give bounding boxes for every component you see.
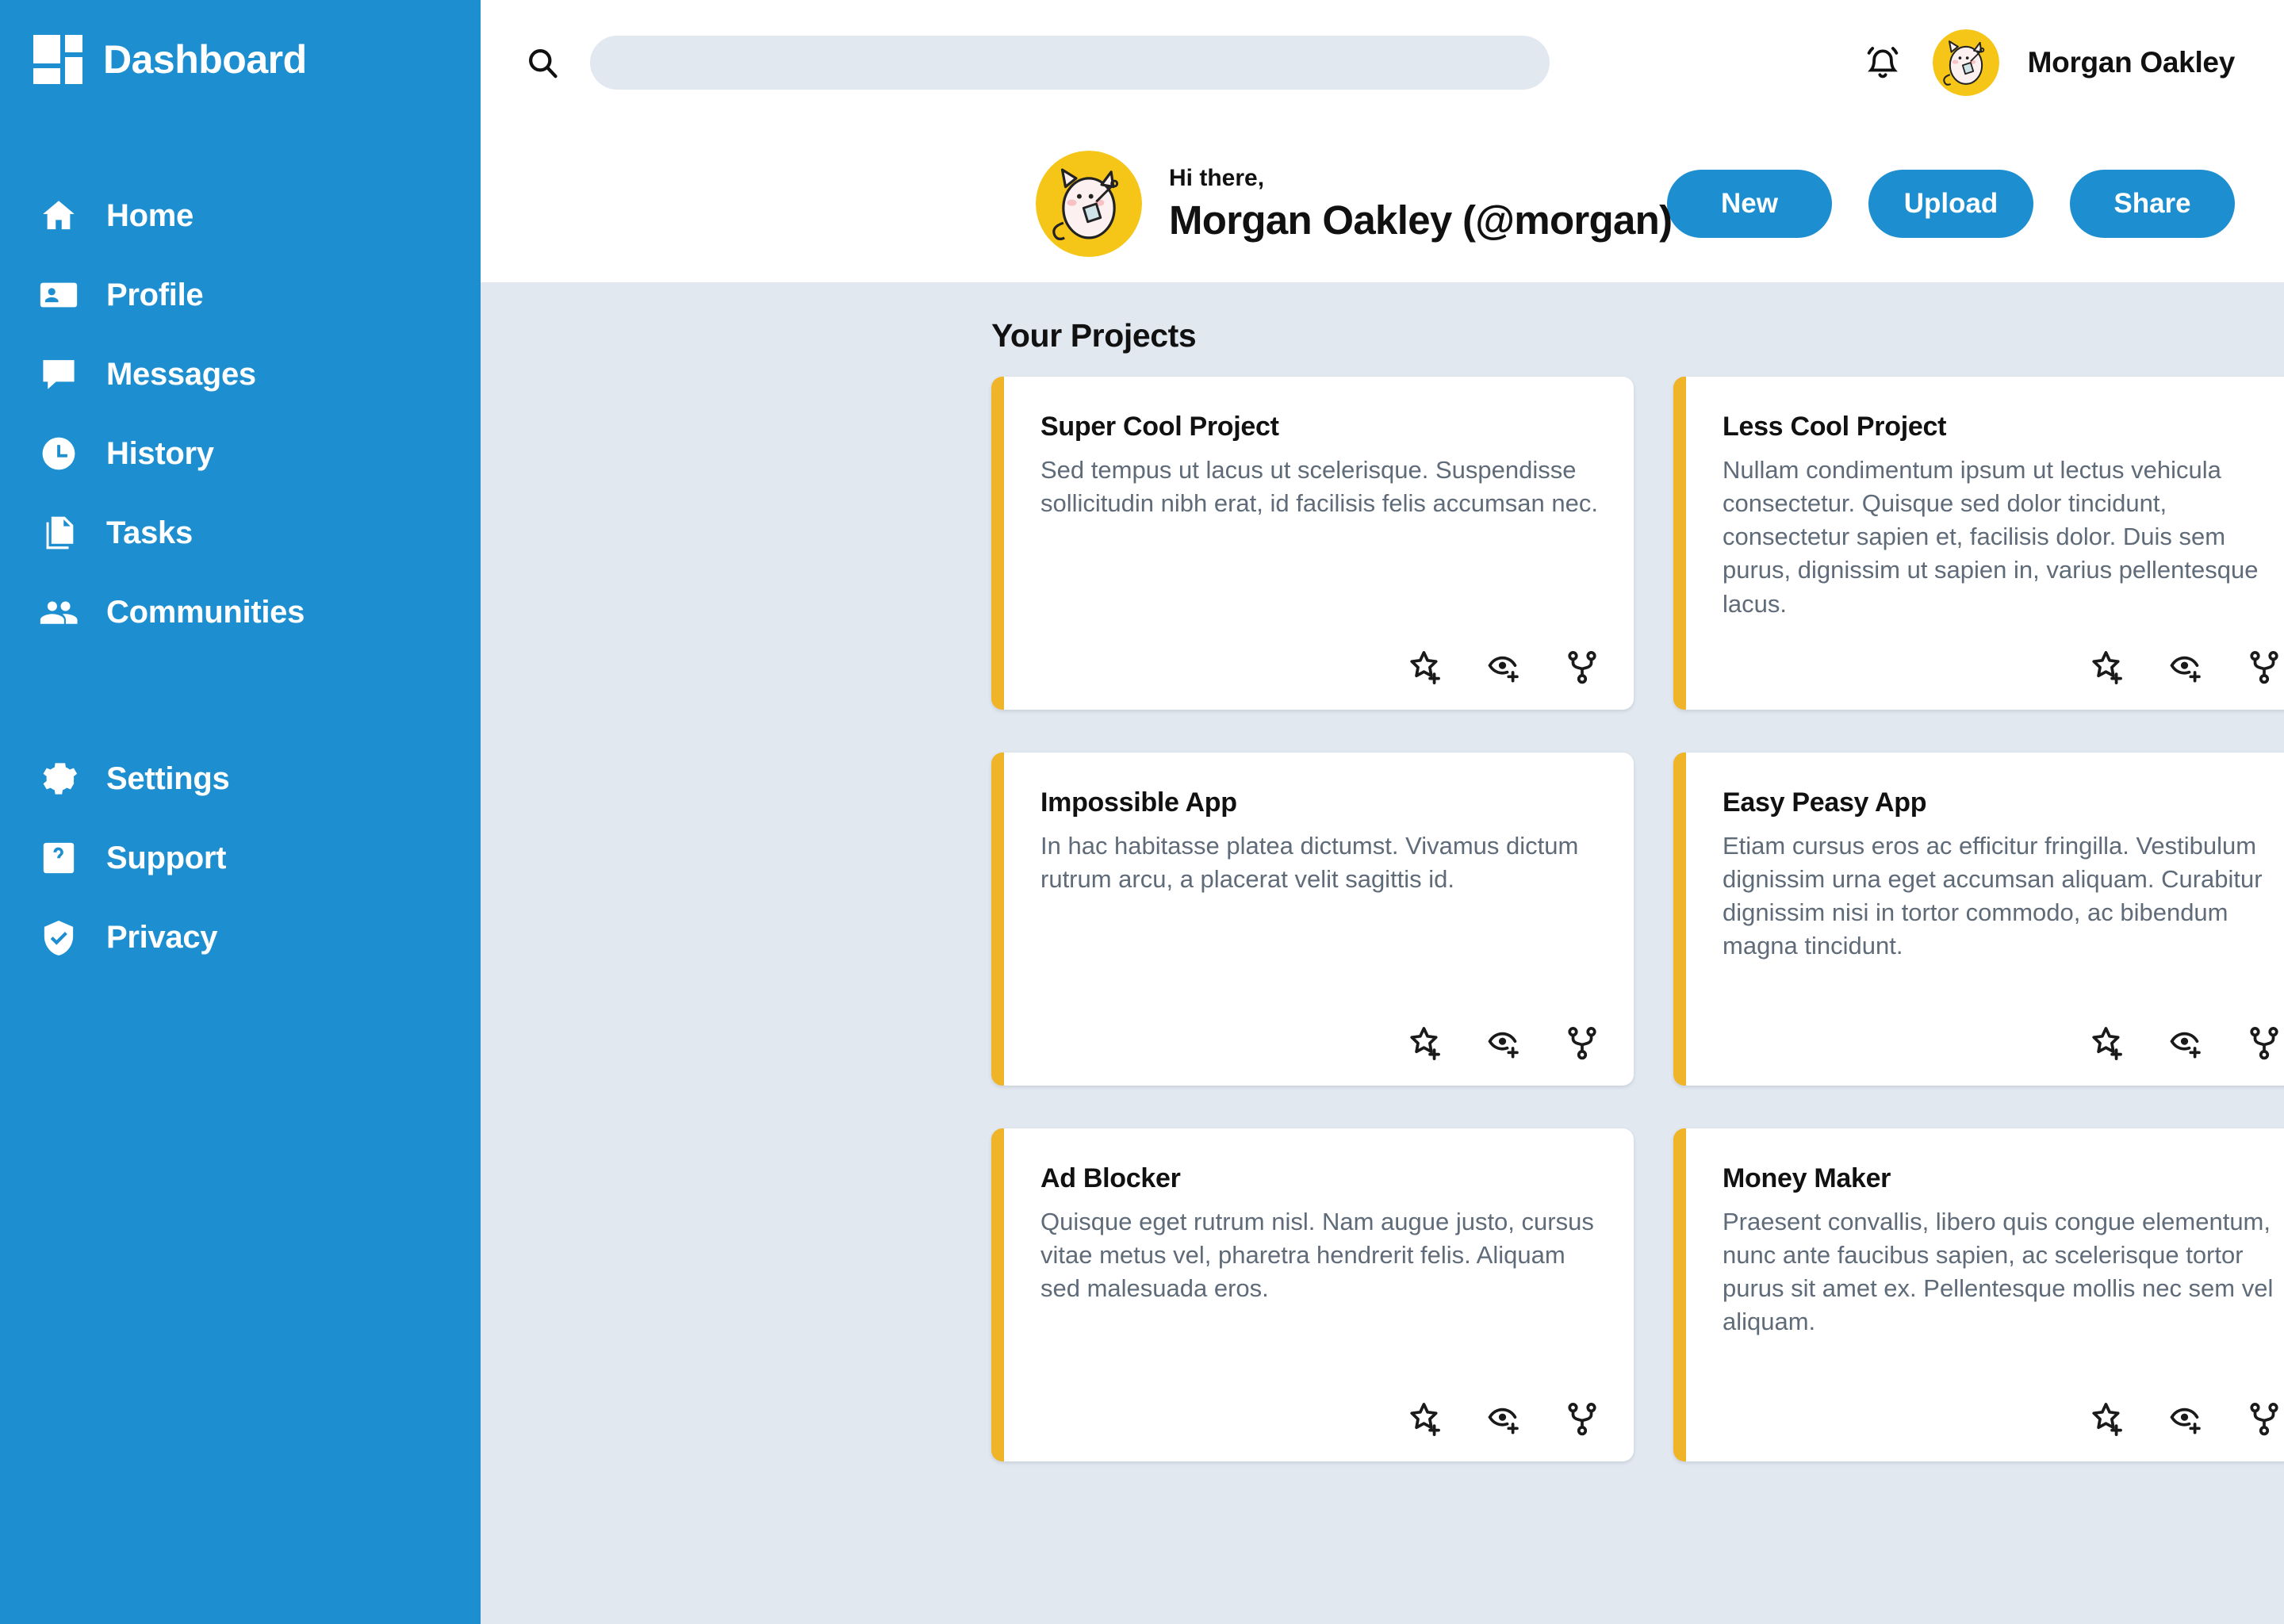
search-area [525, 36, 1550, 90]
project-title: Money Maker [1723, 1163, 1891, 1193]
eye-plus-icon[interactable] [2168, 1025, 2205, 1062]
sidebar-item-settings[interactable]: Settings [0, 739, 481, 818]
fork-icon[interactable] [1564, 1401, 1600, 1438]
project-card-actions [1723, 1005, 2282, 1062]
page-title: Morgan Oakley (@morgan) [1169, 197, 1673, 243]
project-card[interactable]: Impossible App In hac habitasse platea d… [991, 753, 1634, 1086]
header-actions: New Upload Share [1667, 170, 2235, 238]
projects-grid: Super Cool Project Sed tempus ut lacus u… [991, 377, 2284, 1461]
eye-plus-icon[interactable] [1486, 1401, 1523, 1438]
project-card-actions [1723, 629, 2282, 686]
brand: Dashboard [0, 27, 481, 84]
project-description: Praesent convallis, libero quis congue e… [1723, 1208, 2274, 1336]
eye-plus-icon[interactable] [1486, 649, 1523, 686]
home-icon [38, 195, 79, 236]
bell-icon[interactable] [1861, 41, 1904, 84]
question-square-icon [38, 837, 79, 879]
id-card-icon [38, 274, 79, 316]
project-description: Etiam cursus eros ac efficitur fringilla… [1723, 832, 2263, 960]
chat-bubble-icon [38, 354, 79, 395]
project-card[interactable]: Money Maker Praesent convallis, libero q… [1673, 1128, 2284, 1461]
sidebar-item-label: Home [106, 197, 194, 233]
star-plus-icon[interactable] [2090, 649, 2127, 686]
project-title: Easy Peasy App [1723, 787, 1927, 818]
sidebar-item-label: Messages [106, 356, 256, 392]
fork-icon[interactable] [2246, 649, 2282, 686]
search-icon[interactable] [525, 45, 560, 80]
greeting-identity: Hi there, Morgan Oakley (@morgan) [1036, 151, 1673, 257]
nav-group-secondary: Settings Support Privacy [0, 739, 481, 977]
fork-icon[interactable] [1564, 649, 1600, 686]
grid-logo-icon [33, 35, 82, 84]
star-plus-icon[interactable] [1408, 1401, 1445, 1438]
sidebar-item-tasks[interactable]: Tasks [0, 493, 481, 573]
sidebar-item-label: Tasks [106, 515, 193, 550]
project-card[interactable]: Super Cool Project Sed tempus ut lacus u… [991, 377, 1634, 710]
project-card[interactable]: Ad Blocker Quisque eget rutrum nisl. Nam… [991, 1128, 1634, 1461]
top-bar: Morgan Oakley [481, 0, 2284, 125]
projects-section-title: Your Projects [991, 317, 1197, 354]
app-title: Dashboard [103, 37, 307, 82]
eye-plus-icon[interactable] [2168, 1401, 2205, 1438]
sidebar-item-history[interactable]: History [0, 414, 481, 493]
sidebar-item-label: Support [106, 840, 227, 875]
project-title: Super Cool Project [1040, 412, 1279, 442]
sidebar-item-label: Communities [106, 594, 305, 630]
new-button[interactable]: New [1667, 170, 1832, 238]
sidebar-item-privacy[interactable]: Privacy [0, 898, 481, 977]
fork-icon[interactable] [2246, 1025, 2282, 1062]
project-description: Nullam condimentum ipsum ut lectus vehic… [1723, 456, 2259, 618]
sidebar-nav: Home Profile Messages History Tasks Comm… [0, 176, 481, 977]
gear-icon [38, 758, 79, 799]
project-card[interactable]: Less Cool Project Nullam condimentum ips… [1673, 377, 2284, 710]
project-card-actions [1040, 1005, 1600, 1062]
eye-plus-icon[interactable] [2168, 649, 2205, 686]
project-card[interactable]: Easy Peasy App Etiam cursus eros ac effi… [1673, 753, 2284, 1086]
sidebar-item-label: History [106, 435, 214, 471]
sidebar-item-home[interactable]: Home [0, 176, 481, 255]
fork-icon[interactable] [1564, 1025, 1600, 1062]
greeting-salutation: Hi there, [1169, 164, 1265, 191]
shield-check-icon [38, 917, 79, 958]
project-card-actions [1040, 1381, 1600, 1438]
main-area: Morgan Oakley Hi there, Morgan Oakley (@… [481, 0, 2284, 1624]
sidebar-item-label: Privacy [106, 919, 218, 955]
eye-plus-icon[interactable] [1486, 1025, 1523, 1062]
project-title: Impossible App [1040, 787, 1237, 818]
project-description: In hac habitasse platea dictumst. Vivamu… [1040, 832, 1579, 894]
documents-icon [38, 512, 79, 553]
clock-icon [38, 433, 79, 474]
avatar[interactable] [1036, 151, 1142, 257]
star-plus-icon[interactable] [2090, 1025, 2127, 1062]
user-name: Morgan Oakley [2027, 46, 2236, 79]
sidebar-item-communities[interactable]: Communities [0, 573, 481, 652]
project-card-actions [1040, 629, 1600, 686]
sidebar-item-profile[interactable]: Profile [0, 255, 481, 335]
project-card-actions [1723, 1381, 2282, 1438]
content-area: Your Projects Super Cool Project Sed tem… [481, 282, 2284, 1624]
search-input[interactable] [590, 36, 1550, 90]
sidebar-item-label: Settings [106, 760, 230, 796]
people-icon [38, 592, 79, 633]
star-plus-icon[interactable] [1408, 1025, 1445, 1062]
nav-group-primary: Home Profile Messages History Tasks Comm… [0, 176, 481, 652]
top-bar-right: Morgan Oakley [1861, 29, 2235, 96]
projects-column: Your Projects Super Cool Project Sed tem… [991, 317, 2284, 1624]
sidebar-item-label: Profile [106, 277, 204, 312]
project-description: Sed tempus ut lacus ut scelerisque. Susp… [1040, 456, 1598, 518]
sidebar-item-messages[interactable]: Messages [0, 335, 481, 414]
sidebar: Dashboard Home Profile Messages History … [0, 0, 481, 1624]
avatar[interactable] [1932, 29, 1999, 96]
sidebar-item-support[interactable]: Support [0, 818, 481, 898]
greeting-bar: Hi there, Morgan Oakley (@morgan) New Up… [481, 125, 2284, 282]
star-plus-icon[interactable] [2090, 1401, 2127, 1438]
project-title: Ad Blocker [1040, 1163, 1181, 1193]
fork-icon[interactable] [2246, 1401, 2282, 1438]
project-description: Quisque eget rutrum nisl. Nam augue just… [1040, 1208, 1594, 1303]
upload-button[interactable]: Upload [1868, 170, 2033, 238]
star-plus-icon[interactable] [1408, 649, 1445, 686]
share-button[interactable]: Share [2070, 170, 2235, 238]
dashboard-app: Dashboard Home Profile Messages History … [0, 0, 2284, 1624]
project-title: Less Cool Project [1723, 412, 1947, 442]
